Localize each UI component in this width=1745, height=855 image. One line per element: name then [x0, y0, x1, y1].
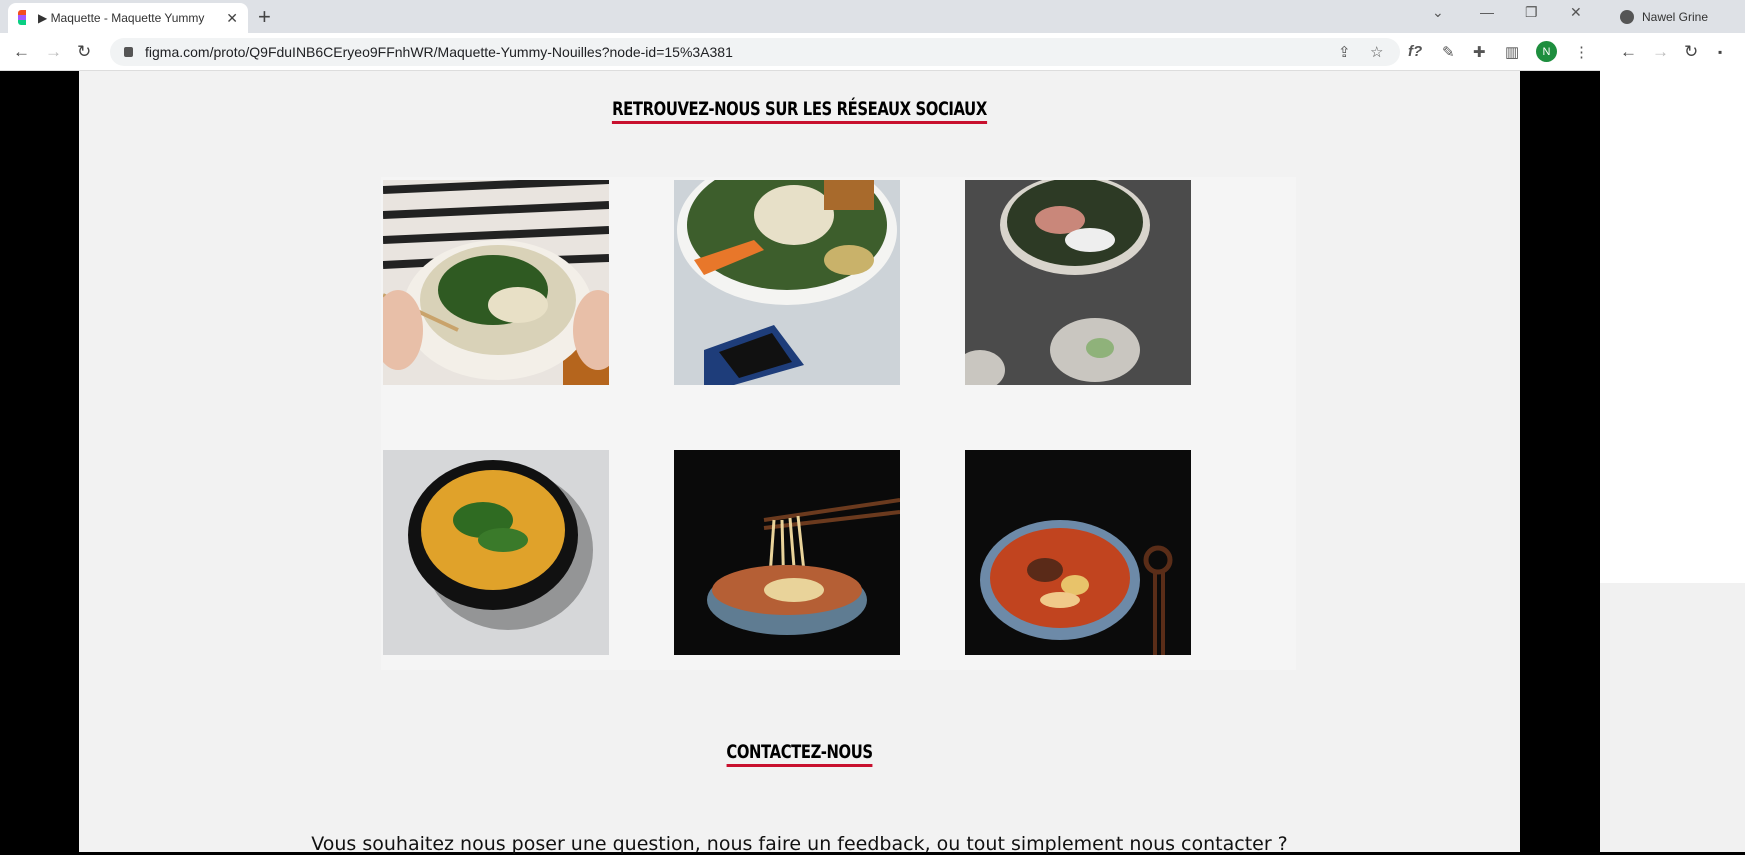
prototype-frame: RETROUVEZ-NOUS SUR LES RÉSEAUX SOCIAUX C… — [79, 71, 1520, 855]
restore-icon[interactable]: ❐ — [1525, 4, 1538, 21]
close-window-icon[interactable]: ✕ — [1570, 4, 1582, 21]
extensions-puzzle-icon[interactable]: ✚ — [1473, 43, 1486, 61]
photo-salad-bowl-sauce[interactable] — [674, 180, 900, 385]
reload-icon[interactable]: ↻ — [77, 42, 91, 62]
bookmark-star-icon[interactable]: ☆ — [1370, 43, 1383, 61]
back-icon-2[interactable]: ← — [1620, 42, 1637, 62]
forward-icon[interactable]: → — [45, 42, 62, 62]
tab-title: ▶ Maquette - Maquette Yummy — [38, 11, 205, 25]
close-tab-icon[interactable]: ✕ — [226, 10, 238, 27]
side-panel-icon[interactable]: ▥ — [1505, 43, 1519, 61]
second-window-content — [1600, 71, 1745, 583]
second-window-toolbar: ← → ↻ ▪ — [1600, 33, 1745, 71]
contact-section-title: CONTACTEZ-NOUS — [238, 741, 1362, 767]
browser-tab[interactable]: ▶ Maquette - Maquette Yummy ✕ — [8, 3, 248, 33]
forward-icon-2[interactable]: → — [1652, 42, 1669, 62]
reload-icon-2[interactable]: ↻ — [1684, 42, 1698, 62]
menu-icon[interactable]: ⋮ — [1574, 43, 1589, 61]
figma-icon — [18, 10, 30, 26]
new-tab-icon[interactable]: + — [258, 4, 271, 30]
photo-noodles-chopsticks[interactable] — [674, 450, 900, 655]
social-photo-grid — [381, 177, 1296, 670]
social-section-title: RETROUVEZ-NOUS SUR LES RÉSEAUX SOCIAUX — [238, 98, 1362, 124]
share-icon[interactable]: ⇪ — [1338, 43, 1351, 61]
address-bar[interactable]: figma.com/proto/Q9FduINB6CEryeo9FFnhWR/M… — [110, 38, 1400, 66]
minimize-icon[interactable]: — — [1480, 4, 1494, 20]
fonts-extension-icon[interactable]: f? — [1408, 43, 1422, 60]
profile-name: Nawel Grine — [1642, 9, 1709, 24]
second-window-content-lower — [1600, 583, 1745, 852]
lock-icon — [124, 47, 133, 57]
back-icon[interactable]: ← — [13, 42, 30, 62]
tab-search-icon[interactable]: ⌄ — [1432, 4, 1444, 21]
lock-icon-2: ▪ — [1718, 45, 1723, 59]
browser-tab-bar: ▶ Maquette - Maquette Yummy ✕ + ⌄ — ❐ ✕ — [0, 0, 1600, 33]
photo-red-soup-bowl[interactable] — [965, 450, 1191, 655]
globe-icon — [1620, 9, 1634, 24]
photo-noodle-bowl-hands[interactable] — [383, 180, 609, 385]
browser-toolbar: ← → ↻ figma.com/proto/Q9FduINB6CEryeo9FF… — [0, 33, 1600, 71]
url-text: figma.com/proto/Q9FduINB6CEryeo9FFnhWR/M… — [145, 44, 733, 60]
second-window-profile: Nawel Grine — [1600, 0, 1745, 33]
photo-dark-salad-bowl[interactable] — [965, 180, 1191, 385]
photo-curry-soup[interactable] — [383, 450, 609, 655]
profile-avatar[interactable]: N — [1536, 41, 1557, 62]
eyedropper-icon[interactable]: ✎ — [1442, 43, 1455, 61]
